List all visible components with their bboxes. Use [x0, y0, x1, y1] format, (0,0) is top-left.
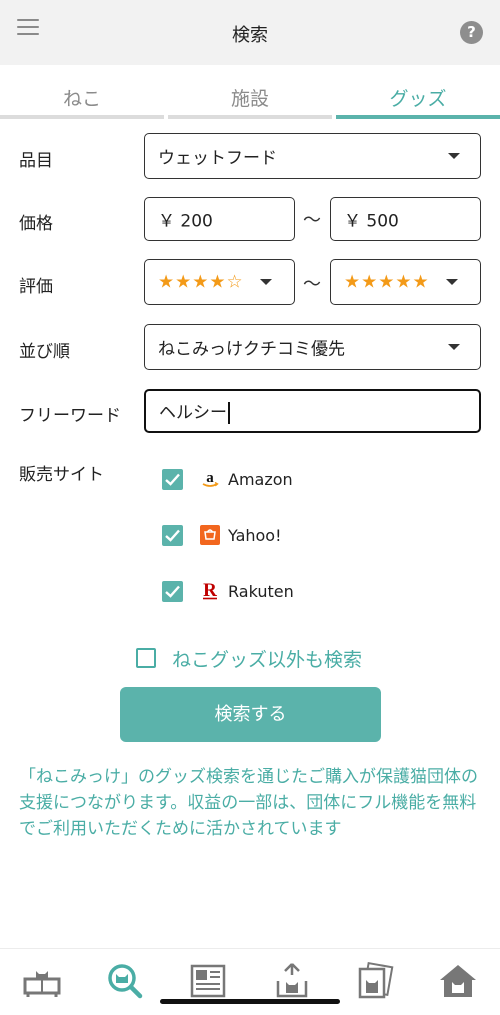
item-select[interactable]: ウェットフード: [144, 133, 481, 179]
tab-facilities[interactable]: 施設: [168, 65, 332, 119]
text-cursor: [228, 402, 230, 424]
yahoo-shopping-logo-icon: [200, 525, 220, 545]
price-max-input[interactable]: ￥ 500: [330, 197, 481, 241]
price-min-value: ￥ 200: [158, 211, 213, 232]
cat-photos-icon[interactable]: [355, 961, 395, 1001]
price-label: 価格: [19, 214, 53, 234]
also-search-label[interactable]: ねこグッズ以外も検索: [172, 645, 362, 672]
rakuten-logo-icon: R: [203, 580, 217, 600]
upload-cat-icon[interactable]: [272, 961, 312, 1001]
home-cat-icon[interactable]: [438, 961, 478, 1001]
search-cat-icon[interactable]: [105, 961, 145, 1001]
search-button[interactable]: 検索する: [120, 687, 381, 742]
freeword-text: ヘルシー: [159, 403, 227, 423]
checkmark-icon: [165, 473, 180, 486]
svg-text:R: R: [203, 580, 217, 600]
search-tabs: ねこ 施設 グッズ: [0, 65, 500, 119]
price-range-separator: 〜: [303, 210, 321, 231]
amazon-logo-icon: a: [202, 470, 219, 487]
rating-min-select[interactable]: ★★★★☆: [144, 259, 295, 305]
freeword-input[interactable]: ヘルシー: [144, 389, 481, 433]
checkmark-icon: [165, 529, 180, 542]
page-title: 検索: [232, 25, 268, 46]
rating-range-separator: 〜: [303, 274, 321, 295]
yahoo-label: Yahoo!: [228, 526, 282, 545]
rating-max-select[interactable]: ★★★★★: [330, 259, 481, 305]
rating-min-stars: ★★★★☆: [158, 271, 244, 293]
sort-select-value: ねこみっけクチコミ優先: [158, 339, 345, 360]
yahoo-checkbox[interactable]: [162, 525, 183, 546]
tab-label: ねこ: [62, 88, 101, 110]
tab-label: グッズ: [389, 88, 447, 110]
rating-label: 評価: [19, 277, 53, 297]
sort-label: 並び順: [19, 342, 70, 362]
checkmark-icon: [165, 585, 180, 598]
sites-label: 販売サイト: [19, 465, 104, 485]
price-max-value: ￥ 500: [344, 211, 399, 232]
chevron-down-icon: [448, 344, 460, 350]
rating-max-stars: ★★★★★: [344, 271, 430, 293]
freeword-label: フリーワード: [19, 406, 121, 426]
chevron-down-icon: [260, 279, 272, 285]
also-search-checkbox[interactable]: [136, 648, 156, 668]
amazon-label: Amazon: [228, 470, 293, 489]
home-indicator: [160, 999, 340, 1004]
chevron-down-icon: [448, 153, 460, 159]
sort-select[interactable]: ねこみっけクチコミ優先: [144, 324, 481, 370]
item-label: 品目: [19, 151, 53, 171]
rakuten-checkbox[interactable]: [162, 581, 183, 602]
help-icon[interactable]: ?: [460, 21, 483, 44]
app-header: 検索 ?: [0, 0, 500, 65]
price-min-input[interactable]: ￥ 200: [144, 197, 295, 241]
svg-text:a: a: [206, 470, 214, 486]
cat-board-icon[interactable]: [22, 961, 62, 1001]
support-note: 「ねこみっけ」のグッズ検索を通じたご購入が保護猫団体の支援につながります。収益の…: [19, 767, 478, 839]
bottom-navigation: [0, 948, 500, 1015]
tab-label: 施設: [230, 88, 269, 110]
chevron-down-icon: [446, 279, 458, 285]
rakuten-label: Rakuten: [228, 582, 294, 601]
newspaper-icon[interactable]: [188, 961, 228, 1001]
tab-cats[interactable]: ねこ: [0, 65, 164, 119]
tab-goods[interactable]: グッズ: [336, 65, 500, 119]
freeword-input-value: ヘルシー: [159, 398, 230, 424]
amazon-checkbox[interactable]: [162, 469, 183, 490]
item-select-value: ウェットフード: [158, 148, 277, 169]
